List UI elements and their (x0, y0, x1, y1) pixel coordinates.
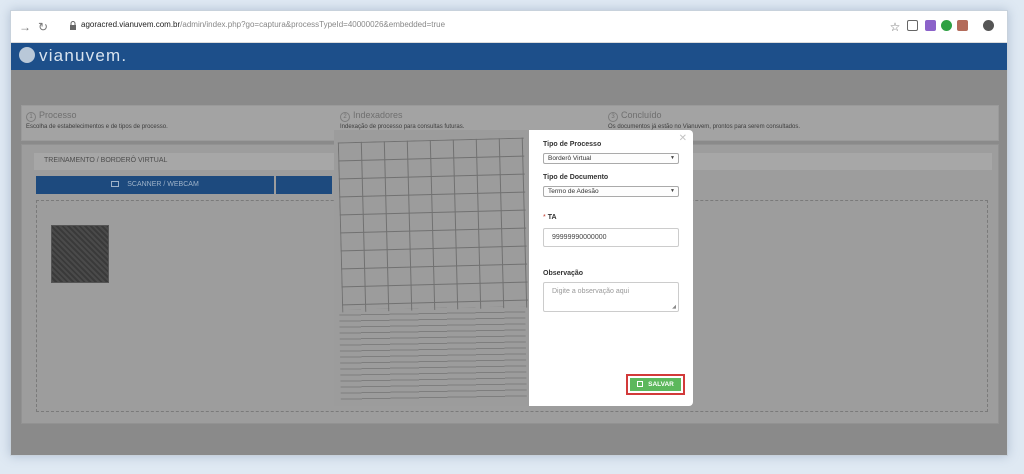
ta-label: * TA (543, 214, 557, 221)
url-host: agoracred.vianuvem.com.br (81, 20, 181, 29)
save-button[interactable]: SALVAR (630, 378, 681, 391)
app-header: vianuvem. (11, 43, 1007, 70)
save-button-label: SALVAR (648, 381, 674, 388)
step-number: 3 (608, 112, 618, 122)
step-title: Processo (39, 110, 77, 120)
address-bar[interactable]: agoracred.vianuvem.com.br/admin/index.ph… (81, 20, 445, 29)
close-icon[interactable]: ✕ (679, 133, 687, 144)
ta-input[interactable]: 99999990000000 (543, 228, 679, 247)
step-description: Escolha de estabelecimentos e de tipos d… (26, 124, 168, 130)
step-number: 1 (26, 112, 36, 122)
caret-down-icon: ▼ (670, 155, 675, 161)
extension-icon-purple[interactable] (925, 20, 936, 31)
cloud-logo-icon (19, 47, 35, 63)
document-preview-image (334, 130, 532, 406)
brand-logo[interactable]: vianuvem. (19, 46, 127, 66)
required-mark: * (543, 214, 546, 221)
resize-handle-icon[interactable]: ◢ (672, 304, 676, 310)
image-icon (111, 181, 120, 187)
step-title: Indexadores (353, 110, 403, 120)
step-processo: 1 Processo Escolha de estabelecimentos e … (26, 110, 168, 130)
document-thumbnail[interactable] (51, 225, 109, 283)
screenshot-frame: → ↻ agoracred.vianuvem.com.br/admin/inde… (10, 10, 1008, 456)
indexing-modal: ✕ Tipo de Processo Borderô Virtual ▼ Tipo… (529, 130, 693, 406)
tipo-processo-label: Tipo de Processo (543, 141, 602, 148)
observacao-label: Observação (543, 270, 584, 277)
scanner-button-label: SCANNER / WEBCAM (127, 181, 199, 188)
floppy-disk-icon (637, 381, 644, 387)
panel-title: TREINAMENTO / BORDERÔ VIRTUAL (44, 157, 168, 164)
reload-icon[interactable]: ↻ (35, 19, 51, 35)
tipo-documento-label: Tipo de Documento (543, 174, 609, 181)
observacao-textarea[interactable]: Digite a observação aqui ◢ (543, 282, 679, 312)
observacao-placeholder: Digite a observação aqui (552, 288, 630, 295)
url-path: /admin/index.php?go=captura&processTypeI… (180, 20, 446, 29)
tipo-documento-select[interactable]: Termo de Adesão ▼ (543, 186, 679, 197)
tipo-processo-value: Borderô Virtual (548, 155, 592, 162)
ta-label-text: TA (547, 214, 557, 221)
extension-icon-green[interactable] (941, 20, 952, 31)
save-button-highlight: SALVAR (626, 374, 685, 395)
shield-extension-icon[interactable] (907, 20, 918, 31)
tipo-processo-select[interactable]: Borderô Virtual ▼ (543, 153, 679, 164)
back-icon[interactable]: → (17, 19, 33, 35)
scanner-webcam-button[interactable]: SCANNER / WEBCAM (36, 176, 274, 194)
app-viewport: vianuvem. 1 Processo Escolha de estabelec… (11, 43, 1007, 455)
step-indexadores: 2 Indexadores Indexação de processo para … (340, 110, 464, 130)
lock-icon (70, 21, 76, 30)
step-concluido: 3 Concluído Os documentos já estão no Via… (608, 110, 800, 130)
document-table-texture (337, 137, 529, 313)
caret-down-icon: ▼ (670, 188, 675, 194)
brand-name: vianuvem. (39, 46, 128, 65)
document-text-texture (339, 306, 527, 402)
extension-icon-brown[interactable] (957, 20, 968, 31)
profile-avatar-icon[interactable] (983, 20, 994, 31)
step-number: 2 (340, 112, 350, 122)
star-icon[interactable]: ☆ (887, 19, 903, 35)
browser-toolbar: → ↻ agoracred.vianuvem.com.br/admin/inde… (11, 11, 1007, 43)
tipo-documento-value: Termo de Adesão (548, 188, 599, 195)
upload-button[interactable] (276, 176, 332, 194)
step-title: Concluído (621, 110, 662, 120)
